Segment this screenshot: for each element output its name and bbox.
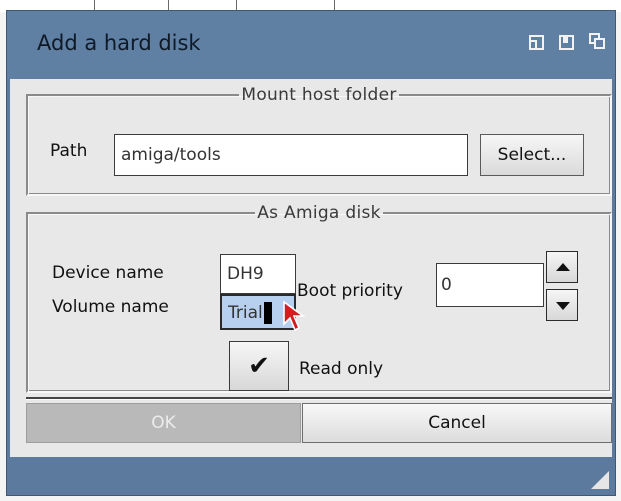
zoom-icon[interactable] (559, 35, 574, 50)
path-input[interactable]: amiga/tools (114, 134, 468, 176)
device-name-input[interactable]: DH9 (220, 254, 296, 294)
depth-icon[interactable] (589, 33, 605, 49)
iconify-icon[interactable] (529, 35, 544, 50)
arrow-up-icon (556, 263, 570, 271)
device-name-label: Device name (52, 263, 164, 283)
cancel-button[interactable]: Cancel (302, 403, 612, 443)
boot-priority-label: Boot priority (297, 281, 403, 301)
checkmark-icon: ✔ (248, 351, 270, 381)
select-button[interactable]: Select... (480, 134, 584, 176)
priority-down-button[interactable] (546, 289, 578, 321)
volume-name-value: Trial (228, 303, 263, 323)
ok-button[interactable]: OK (26, 403, 301, 443)
as-amiga-disk-legend: As Amiga disk (257, 203, 381, 223)
priority-up-button[interactable] (546, 251, 578, 283)
mouse-pointer-icon (283, 300, 306, 332)
button-separator (26, 397, 612, 400)
window-title: Add a hard disk (37, 31, 201, 55)
add-hard-disk-dialog: Add a hard disk Mount host folder Path a… (6, 10, 616, 496)
mount-host-folder-legend: Mount host folder (241, 85, 397, 105)
path-label: Path (50, 141, 88, 161)
volume-name-label: Volume name (52, 297, 169, 317)
dialog-body: Mount host folder Path amiga/tools Selec… (10, 79, 612, 457)
read-only-checkbox[interactable]: ✔ (229, 341, 289, 391)
arrow-down-icon (556, 302, 570, 310)
window-bottom-bar (7, 457, 615, 495)
boot-priority-input[interactable]: 0 (436, 263, 544, 307)
read-only-label: Read only (299, 359, 384, 379)
text-caret (263, 302, 272, 324)
title-bar[interactable]: Add a hard disk (7, 11, 615, 79)
resize-grip-icon[interactable] (591, 471, 609, 489)
